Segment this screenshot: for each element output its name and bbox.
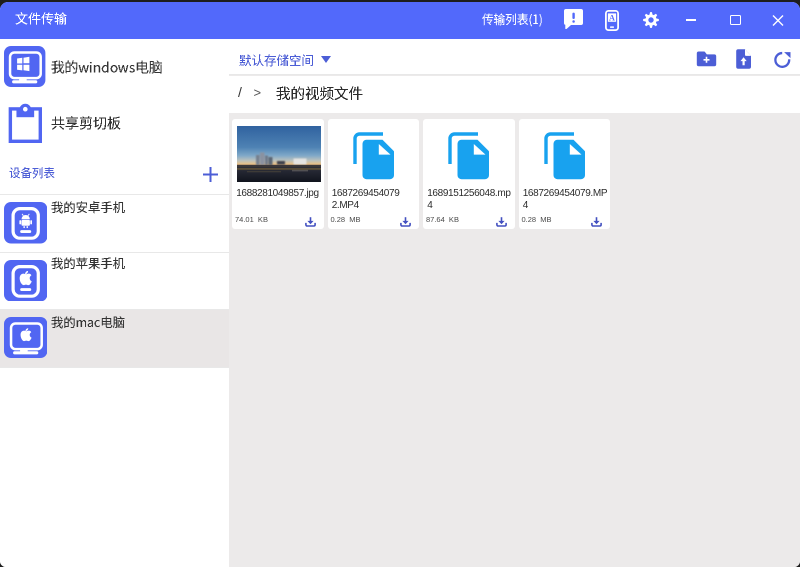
- svg-text:A: A: [609, 13, 615, 22]
